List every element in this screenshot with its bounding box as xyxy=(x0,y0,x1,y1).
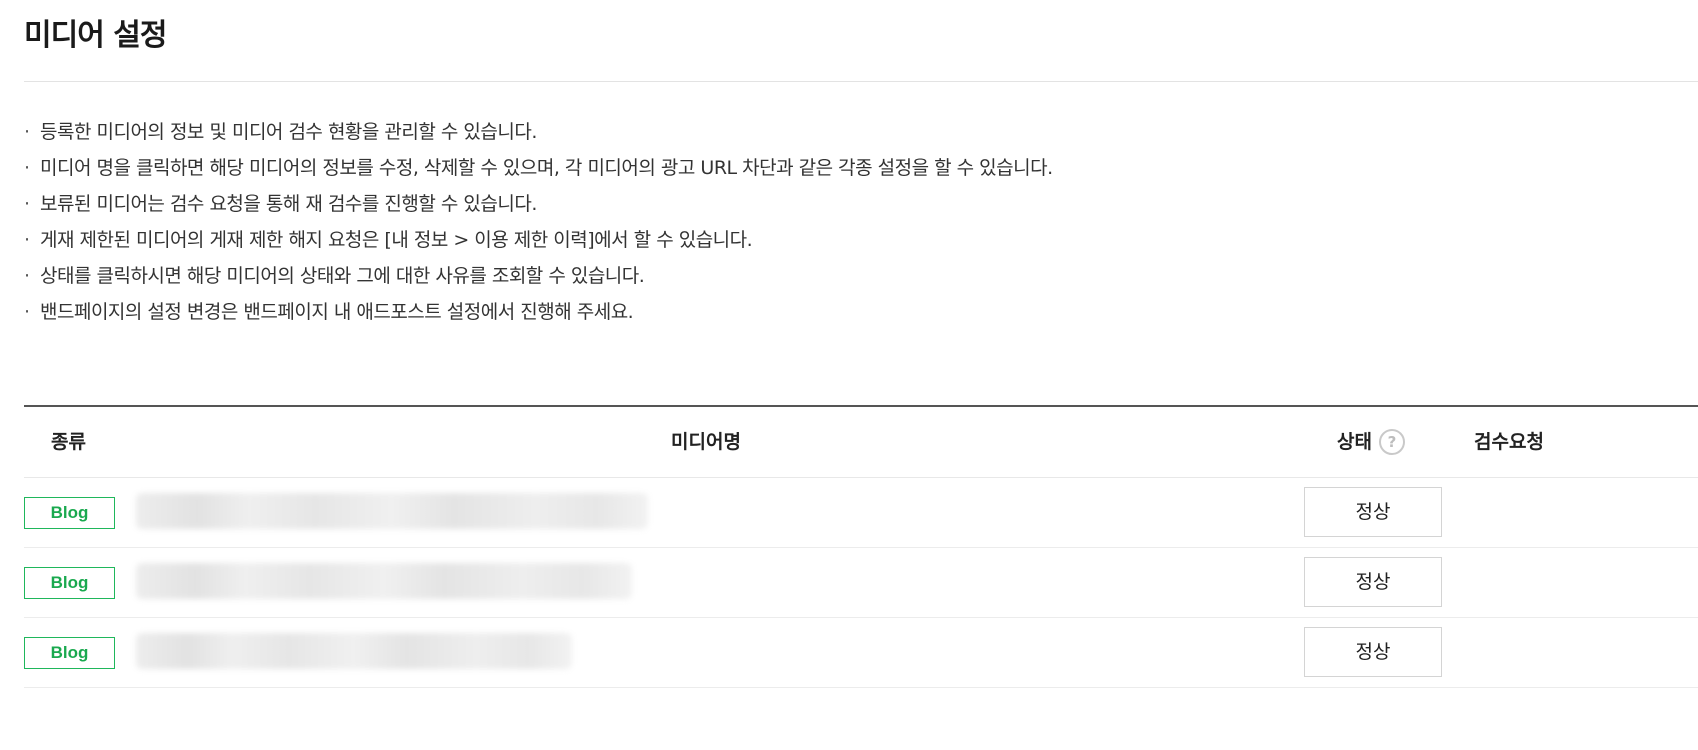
title-divider xyxy=(24,81,1698,82)
media-type-badge: Blog xyxy=(24,497,115,529)
review-request-cell xyxy=(1474,548,1574,617)
status-button[interactable]: 정상 xyxy=(1304,487,1442,537)
question-circle-icon[interactable]: ? xyxy=(1378,429,1405,455)
page-title: 미디어 설정 xyxy=(24,18,167,53)
bullet-dot: · xyxy=(24,193,30,215)
media-name-link[interactable] xyxy=(136,563,632,599)
media-table: 종류 미디어명 상태 ? 검수요청 Blog 정상 Blog 정상 Blog 정… xyxy=(24,405,1698,688)
table-header: 종류 미디어명 상태 ? 검수요청 xyxy=(24,407,1698,478)
bullet-dot: · xyxy=(24,157,30,179)
bullet-dot: · xyxy=(24,121,30,143)
review-request-cell xyxy=(1474,478,1574,547)
notice-item: · 미디어 명을 클릭하면 해당 미디어의 정보를 수정, 삭제할 수 있으며,… xyxy=(24,150,1053,186)
status-button[interactable]: 정상 xyxy=(1304,557,1442,607)
table-row: Blog 정상 xyxy=(24,478,1698,548)
media-name-link[interactable] xyxy=(136,493,648,529)
bullet-dot: · xyxy=(24,265,30,287)
notice-text: 등록한 미디어의 정보 및 미디어 검수 현황을 관리할 수 있습니다. xyxy=(40,121,537,143)
notice-item: · 게재 제한된 미디어의 게재 제한 해지 요청은 [내 정보 > 이용 제한… xyxy=(24,222,1053,258)
notice-text: 보류된 미디어는 검수 요청을 통해 재 검수를 진행할 수 있습니다. xyxy=(40,193,537,215)
notice-text: 밴드페이지의 설정 변경은 밴드페이지 내 애드포스트 설정에서 진행해 주세요… xyxy=(40,301,634,323)
media-name-link[interactable] xyxy=(136,633,572,669)
status-button[interactable]: 정상 xyxy=(1304,627,1442,677)
column-header-status: 상태 ? xyxy=(1337,407,1405,477)
table-row: Blog 정상 xyxy=(24,618,1698,688)
notice-text: 미디어 명을 클릭하면 해당 미디어의 정보를 수정, 삭제할 수 있으며, 각… xyxy=(40,157,1053,179)
notice-item: · 상태를 클릭하시면 해당 미디어의 상태와 그에 대한 사유를 조회할 수 … xyxy=(24,258,1053,294)
bullet-dot: · xyxy=(24,229,30,251)
media-type-badge: Blog xyxy=(24,637,115,669)
notice-text: 게재 제한된 미디어의 게재 제한 해지 요청은 [내 정보 > 이용 제한 이… xyxy=(40,229,753,251)
table-row: Blog 정상 xyxy=(24,548,1698,618)
bullet-dot: · xyxy=(24,301,30,323)
notice-text: 상태를 클릭하시면 해당 미디어의 상태와 그에 대한 사유를 조회할 수 있습… xyxy=(40,265,645,287)
notice-item: · 등록한 미디어의 정보 및 미디어 검수 현황을 관리할 수 있습니다. xyxy=(24,114,1053,150)
notice-list: · 등록한 미디어의 정보 및 미디어 검수 현황을 관리할 수 있습니다. ·… xyxy=(24,114,1053,330)
column-header-media-name: 미디어명 xyxy=(671,431,741,453)
column-header-review-request: 검수요청 xyxy=(1474,431,1544,453)
media-type-badge: Blog xyxy=(24,567,115,599)
column-header-type: 종류 xyxy=(51,431,86,453)
review-request-cell xyxy=(1474,618,1574,687)
column-header-status-label: 상태 xyxy=(1337,431,1372,453)
notice-item: · 밴드페이지의 설정 변경은 밴드페이지 내 애드포스트 설정에서 진행해 주… xyxy=(24,294,1053,330)
media-settings-page: 미디어 설정 · 등록한 미디어의 정보 및 미디어 검수 현황을 관리할 수 … xyxy=(0,0,1698,750)
notice-item: · 보류된 미디어는 검수 요청을 통해 재 검수를 진행할 수 있습니다. xyxy=(24,186,1053,222)
